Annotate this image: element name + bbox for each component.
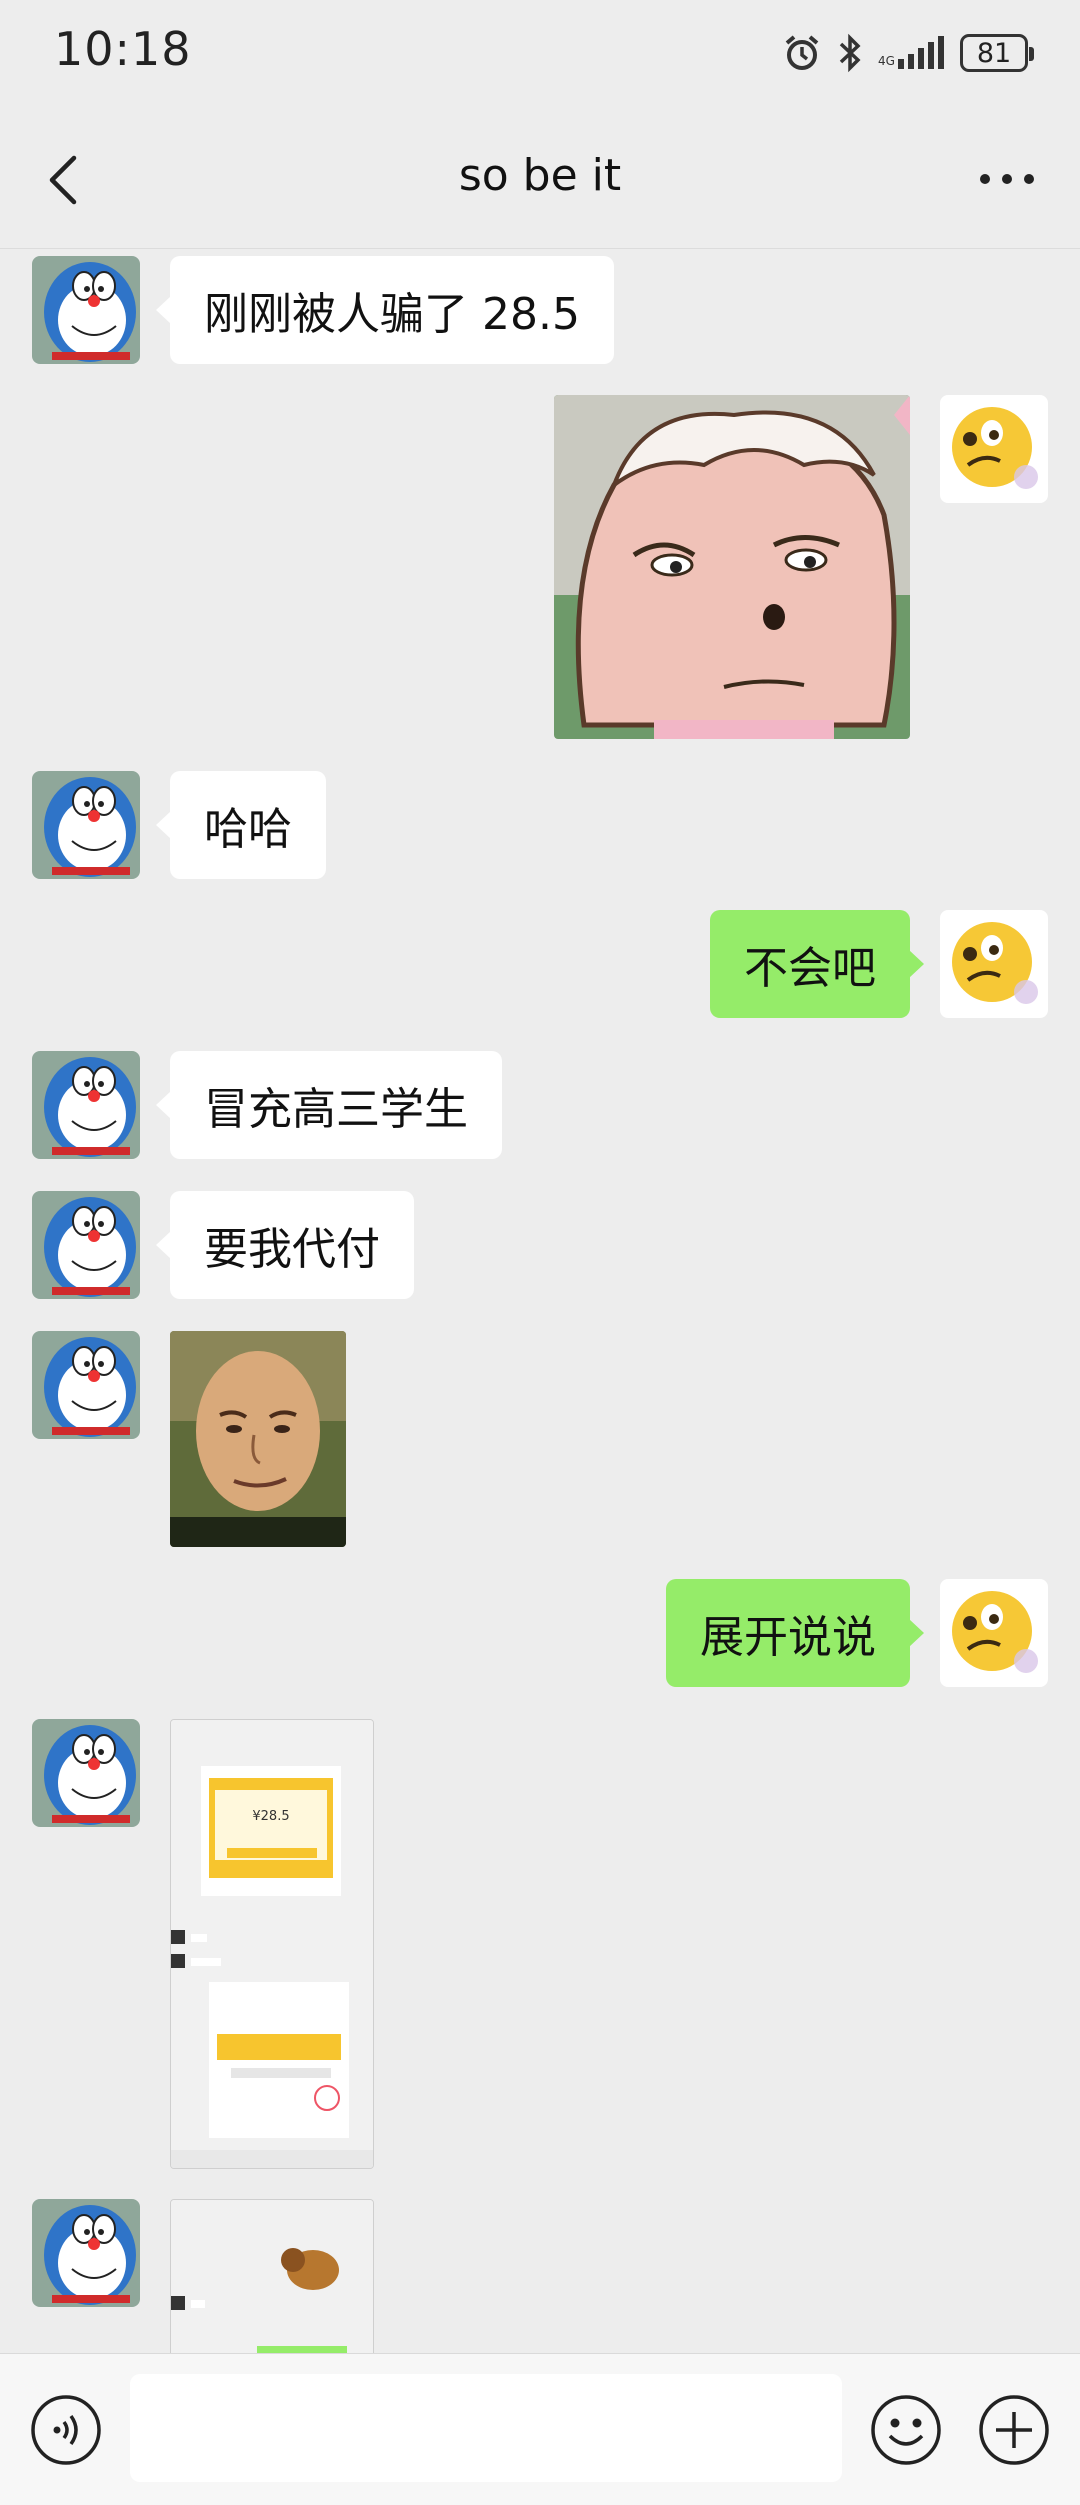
signal-icon: 4G: [878, 36, 944, 69]
status-time: 10:18: [54, 22, 192, 76]
bluetooth-icon: [839, 33, 861, 73]
voice-icon[interactable]: [30, 2394, 102, 2466]
emoji-icon[interactable]: [870, 2394, 942, 2466]
svg-text:4G: 4G: [878, 54, 895, 68]
sticker-message-sheep[interactable]: [554, 395, 910, 739]
status-bar: 10:18 4G 81: [0, 0, 1080, 110]
screenshot-image: ¥28.5: [171, 1720, 373, 2168]
contact-avatar[interactable]: [32, 771, 140, 879]
chat-message-list[interactable]: 刚刚被人骗了 28.5 哈哈 不会吧 冒充高三学生 要我代付 展开说说 ¥28.…: [0, 249, 1080, 2353]
own-avatar[interactable]: [940, 395, 1048, 503]
own-avatar[interactable]: [940, 1579, 1048, 1687]
plus-icon[interactable]: [978, 2394, 1050, 2466]
contact-avatar[interactable]: [32, 256, 140, 364]
battery-icon: 81: [960, 34, 1034, 72]
photo-image: [170, 1331, 346, 1547]
contact-avatar[interactable]: [32, 1191, 140, 1299]
contact-avatar[interactable]: [32, 1331, 140, 1439]
image-message-screenshot[interactable]: ¥28.5: [170, 1719, 374, 2169]
image-message-photo[interactable]: [170, 1331, 346, 1547]
message-input-bar: [0, 2353, 1080, 2505]
image-message-screenshot[interactable]: [170, 2199, 374, 2353]
more-dots-icon[interactable]: [972, 154, 1042, 204]
chat-title: so be it: [458, 150, 622, 201]
contact-avatar[interactable]: [32, 1051, 140, 1159]
message-bubble-incoming[interactable]: 刚刚被人骗了 28.5: [156, 256, 614, 364]
message-input[interactable]: [130, 2374, 842, 2482]
screenshot-amount: ¥28.5: [252, 1809, 289, 1824]
message-bubble-incoming[interactable]: 哈哈: [156, 771, 326, 879]
own-avatar[interactable]: [940, 910, 1048, 1018]
screenshot-image: [171, 2200, 373, 2353]
message-bubble-incoming[interactable]: 冒充高三学生: [156, 1051, 502, 1159]
alarm-icon: [785, 35, 819, 70]
message-bubble-incoming[interactable]: 要我代付: [156, 1191, 414, 1299]
message-bubble-outgoing[interactable]: 不会吧: [710, 910, 924, 1018]
chat-header: so be it: [0, 110, 1080, 249]
status-icons: 4G 81: [782, 28, 1034, 78]
contact-avatar[interactable]: [32, 1719, 140, 1827]
message-bubble-outgoing[interactable]: 展开说说: [666, 1579, 924, 1687]
sheep-sticker-image: [554, 395, 910, 739]
battery-level: 81: [976, 37, 1012, 69]
contact-avatar[interactable]: [32, 2199, 140, 2307]
